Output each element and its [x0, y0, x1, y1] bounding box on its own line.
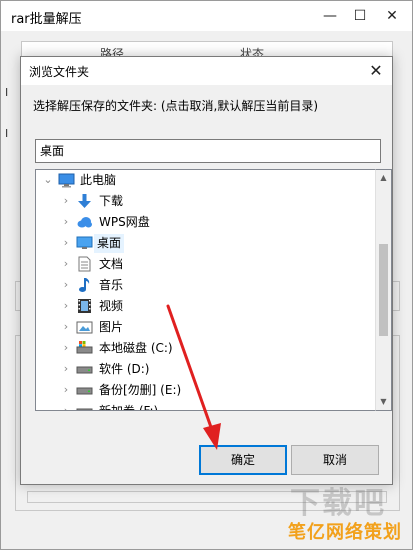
- picture-icon: [76, 321, 93, 334]
- tree-item-label: 本地磁盘 (C:): [99, 341, 173, 355]
- scroll-thumb[interactable]: [379, 244, 388, 336]
- scroll-up-arrow-icon[interactable]: ▲: [376, 170, 391, 186]
- main-titlebar: rar批量解压 — ☐ ✕: [1, 1, 412, 31]
- document-icon: [78, 256, 91, 272]
- tree-item-wps-drive[interactable]: › WPS网盘: [36, 212, 356, 233]
- drive-icon: [76, 387, 93, 395]
- chevron-right-icon[interactable]: ›: [60, 278, 72, 292]
- chevron-right-icon[interactable]: ›: [60, 383, 72, 397]
- tree-item-label: 下载: [99, 194, 124, 208]
- chevron-right-icon[interactable]: ›: [60, 236, 72, 250]
- tree-item-downloads[interactable]: › 下载: [36, 191, 356, 212]
- chevron-right-icon[interactable]: ›: [60, 341, 72, 355]
- tree-item-desktop[interactable]: › 桌面: [36, 233, 356, 254]
- cloud-icon: [77, 217, 92, 228]
- scroll-down-arrow-icon[interactable]: ▼: [376, 394, 391, 410]
- tree-item-videos[interactable]: › 视频: [36, 296, 356, 317]
- tree-item-drive-d[interactable]: › 软件 (D:): [36, 359, 356, 380]
- desktop-icon: [76, 236, 93, 249]
- computer-icon: [58, 173, 75, 188]
- tree-item-label: 音乐: [99, 278, 124, 292]
- folder-path-input[interactable]: 桌面: [35, 139, 381, 163]
- main-close-button[interactable]: ✕: [385, 9, 399, 23]
- tree-item-this-pc[interactable]: ⌄ 此电脑: [36, 170, 356, 191]
- chevron-down-icon[interactable]: ⌄: [42, 173, 54, 187]
- tree-item-pictures[interactable]: › 图片: [36, 317, 356, 338]
- tree-item-music[interactable]: › 音乐: [36, 275, 356, 296]
- main-window-title: rar批量解压: [11, 12, 82, 27]
- chevron-right-icon[interactable]: ›: [60, 194, 72, 208]
- download-arrow-icon: [78, 194, 91, 208]
- tree-item-label: 软件 (D:): [99, 362, 150, 376]
- minimize-button[interactable]: —: [323, 9, 337, 23]
- tree-item-label: 视频: [99, 299, 124, 313]
- chevron-right-icon[interactable]: ›: [60, 320, 72, 334]
- drive-icon: [76, 366, 93, 374]
- maximize-button[interactable]: ☐: [353, 9, 367, 23]
- tree-item-label: 桌面: [94, 234, 125, 253]
- side-edge-mark: I: [5, 86, 9, 99]
- tree-item-drive-e[interactable]: › 备份[勿删] (E:): [36, 380, 356, 401]
- chevron-right-icon[interactable]: ›: [60, 362, 72, 376]
- watermark-brand: 笔亿网络策划: [288, 522, 402, 543]
- tree-item-label: 此电脑: [80, 173, 117, 187]
- tree-scrollbar[interactable]: ▲ ▼: [375, 169, 392, 411]
- chevron-right-icon[interactable]: ›: [60, 404, 72, 410]
- chevron-right-icon[interactable]: ›: [60, 299, 72, 313]
- chevron-right-icon[interactable]: ›: [60, 215, 72, 229]
- browse-folder-dialog: 浏览文件夹 ✕ 选择解压保存的文件夹: (点击取消,默认解压当前目录) 桌面 ⌄…: [20, 56, 393, 485]
- dialog-titlebar: 浏览文件夹 ✕: [21, 57, 392, 85]
- tree-item-label: 文档: [99, 257, 124, 271]
- tree-item-drive-c[interactable]: › 本地磁盘 (C:): [36, 338, 356, 359]
- dialog-prompt: 选择解压保存的文件夹: (点击取消,默认解压当前目录): [33, 99, 319, 113]
- cancel-button[interactable]: 取消: [291, 445, 379, 475]
- tree-item-label: 新加卷 (F:): [99, 404, 159, 411]
- tree-item-label: 图片: [99, 320, 124, 334]
- dialog-close-button[interactable]: ✕: [366, 61, 386, 81]
- dialog-title: 浏览文件夹: [29, 65, 90, 79]
- watermark-download: 下载吧: [290, 486, 386, 521]
- chevron-right-icon[interactable]: ›: [60, 257, 72, 271]
- video-icon: [78, 299, 91, 313]
- side-edge-mark: I: [5, 127, 9, 140]
- tree-item-documents[interactable]: › 文档: [36, 254, 356, 275]
- folder-tree[interactable]: ⌄ 此电脑 › 下载 › WPS网盘 › 桌面 › 文档 › 音乐 › 视频 ›…: [35, 169, 375, 411]
- system-drive-icon: [76, 341, 93, 354]
- tree-item-label: 备份[勿删] (E:): [99, 383, 182, 397]
- drive-icon: [76, 408, 93, 410]
- tree-item-drive-f[interactable]: › 新加卷 (F:): [36, 401, 356, 411]
- music-note-icon: [79, 278, 90, 292]
- ok-button[interactable]: 确定: [199, 445, 287, 475]
- tree-item-label: WPS网盘: [99, 215, 150, 229]
